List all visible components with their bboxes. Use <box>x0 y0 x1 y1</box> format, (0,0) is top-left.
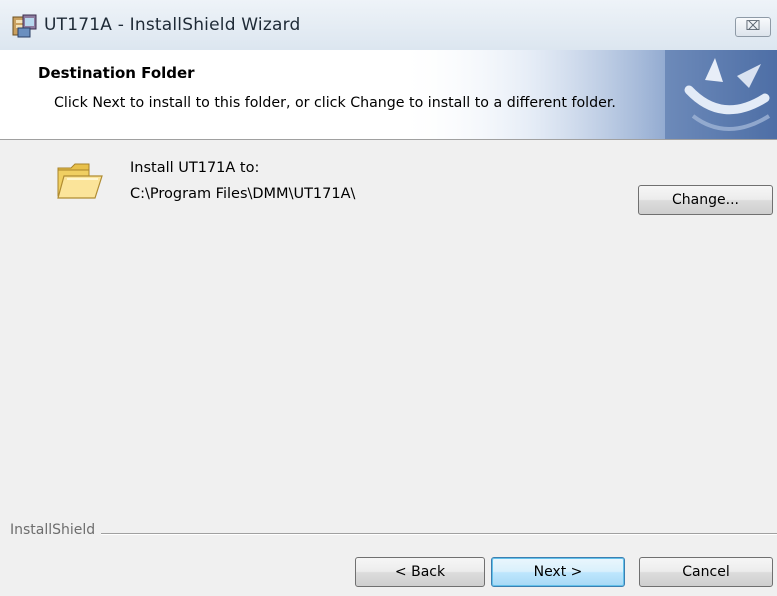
title-bar: UT171A - InstallShield Wizard ⌧ <box>0 0 777 51</box>
installshield-brand-label: InstallShield <box>10 522 102 538</box>
window-title: UT171A - InstallShield Wizard <box>44 15 301 35</box>
close-icon: ⌧ <box>745 19 761 34</box>
install-path-value: C:\Program Files\DMM\UT171A\ <box>130 186 356 202</box>
install-to-label: Install UT171A to: <box>130 160 260 176</box>
next-button[interactable]: Next > <box>491 557 625 587</box>
cancel-button[interactable]: Cancel <box>639 557 773 587</box>
header-banner: Destination Folder Click Next to install… <box>0 50 777 140</box>
footer-divider <box>10 533 777 535</box>
folder-icon <box>57 163 103 199</box>
page-description: Click Next to install to this folder, or… <box>54 95 616 111</box>
back-button[interactable]: < Back <box>355 557 485 587</box>
installer-window: UT171A - InstallShield Wizard ⌧ Destinat… <box>0 0 777 596</box>
change-button[interactable]: Change... <box>638 185 773 215</box>
installer-icon <box>12 14 37 38</box>
close-button[interactable]: ⌧ <box>735 17 771 37</box>
page-title: Destination Folder <box>38 64 195 82</box>
